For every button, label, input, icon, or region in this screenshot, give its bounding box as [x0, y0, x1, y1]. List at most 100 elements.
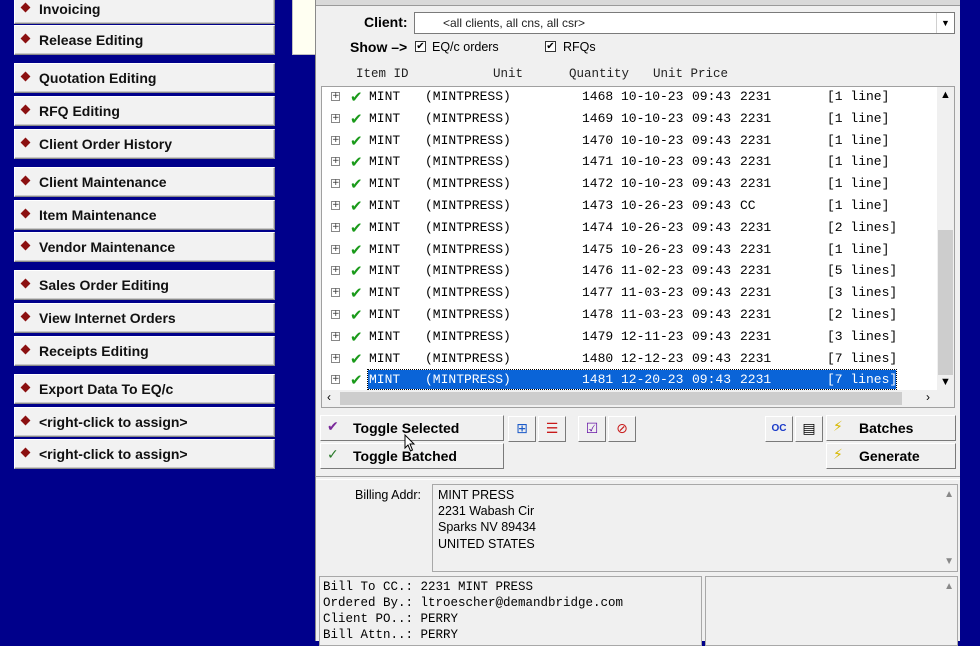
- checkmark-icon[interactable]: ✔: [350, 371, 363, 389]
- sidebar-button[interactable]: Item Maintenance: [14, 200, 275, 230]
- expand-icon[interactable]: +: [331, 135, 340, 145]
- eqc-orders-label: EQ/c orders: [432, 40, 499, 54]
- order-details-box[interactable]: Bill To CC.: 2231 MINT PRESS Ordered By.…: [319, 576, 702, 646]
- expand-icon[interactable]: +: [331, 310, 340, 319]
- checkmark-icon[interactable]: ✔: [350, 132, 363, 150]
- sidebar-button[interactable]: Invoicing: [14, 0, 275, 24]
- sidebar-button[interactable]: <right-click to assign>: [14, 407, 275, 437]
- checkmark-icon[interactable]: ✔: [350, 328, 363, 346]
- row-unit: (MINTPRESS): [425, 241, 511, 257]
- order-list[interactable]: + ✔ MINT (MINTPRESS) 1468 10-10-23 09:43 2231 [1…: [321, 86, 955, 408]
- expand-icon[interactable]: +: [331, 244, 340, 254]
- checkmark-icon[interactable]: ✔: [350, 350, 363, 368]
- scroll-left-icon[interactable]: ‹: [327, 390, 331, 404]
- expand-icon[interactable]: +: [331, 331, 340, 341]
- checkmark-icon[interactable]: ✔: [350, 153, 363, 171]
- table-row[interactable]: + ✔ MINT (MINTPRESS) 1481 12-20-23 09:43 2231 [7…: [322, 369, 940, 391]
- table-row[interactable]: + ✔ MINT (MINTPRESS) 1474 10-26-23 09:43 2231 [2…: [322, 218, 940, 239]
- eqc-orders-checkbox[interactable]: ✔: [415, 41, 426, 52]
- checkmark-icon[interactable]: ✔: [350, 306, 363, 324]
- detail-line: Bill Attn..: PERRY: [323, 628, 459, 642]
- expand-icon[interactable]: +: [331, 179, 340, 189]
- expand-icon[interactable]: +: [331, 201, 340, 210]
- column-header-unit[interactable]: Unit: [493, 67, 523, 81]
- expand-icon[interactable]: +: [331, 92, 340, 101]
- sidebar-button[interactable]: Sales Order Editing: [14, 270, 275, 300]
- expand-icon[interactable]: +: [331, 288, 340, 298]
- table-row[interactable]: + ✔ MINT (MINTPRESS) 1473 10-26-23 09:43 CC [1 l…: [322, 196, 940, 217]
- check-all-icon[interactable]: ☑: [578, 416, 606, 442]
- row-time: 09:43: [692, 241, 732, 257]
- checkmark-icon[interactable]: ✔: [350, 262, 363, 280]
- scroll-down-icon[interactable]: ▼: [940, 376, 951, 388]
- row-time: 09:43: [692, 198, 732, 213]
- checkmark-icon[interactable]: ✔: [350, 241, 363, 259]
- scroll-up-icon[interactable]: ▲: [944, 581, 954, 592]
- notepad-icon[interactable]: ▤: [795, 416, 823, 442]
- expand-icon[interactable]: +: [331, 353, 340, 363]
- hscroll-thumb[interactable]: [340, 392, 902, 405]
- checkmark-icon[interactable]: ✔: [350, 284, 363, 302]
- horizontal-scrollbar[interactable]: ‹ ›: [322, 390, 938, 407]
- sidebar-button[interactable]: Quotation Editing: [14, 63, 275, 93]
- expand-icon[interactable]: +: [331, 157, 340, 167]
- list-view-icon[interactable]: ☰: [538, 416, 566, 442]
- sidebar-button[interactable]: Vendor Maintenance: [14, 232, 275, 262]
- notes-box[interactable]: ▲: [705, 576, 958, 646]
- sidebar-button[interactable]: Client Maintenance: [14, 167, 275, 197]
- generate-button[interactable]: ⚡ Generate: [826, 443, 956, 469]
- chevron-down-icon[interactable]: ▼: [936, 13, 954, 33]
- table-row[interactable]: + ✔ MINT (MINTPRESS) 1472 10-10-23 09:43 2231 [1…: [322, 174, 940, 195]
- table-row[interactable]: + ✔ MINT (MINTPRESS) 1479 12-11-23 09:43 2231 [3…: [322, 327, 940, 348]
- uncheck-all-icon[interactable]: ⊘: [608, 416, 636, 442]
- row-quantity: 1477: [582, 285, 614, 301]
- client-select[interactable]: <all clients, all cns, all csr> ▼: [414, 12, 955, 34]
- checkmark-icon[interactable]: ✔: [350, 88, 363, 106]
- expand-icon[interactable]: +: [331, 375, 340, 385]
- expand-icon[interactable]: +: [331, 113, 340, 123]
- sidebar-button[interactable]: View Internet Orders: [14, 303, 275, 333]
- scroll-down-icon[interactable]: ▼: [944, 556, 954, 567]
- row-lines: [1 line]: [827, 110, 890, 126]
- sidebar-button[interactable]: <right-click to assign>: [14, 439, 275, 469]
- table-row[interactable]: + ✔ MINT (MINTPRESS) 1480 12-12-23 09:43 2231 [7…: [322, 349, 940, 370]
- expand-icon[interactable]: +: [331, 222, 340, 232]
- oc-button[interactable]: OC: [765, 416, 793, 442]
- sidebar-button[interactable]: Release Editing: [14, 25, 275, 55]
- sidebar-button[interactable]: Receipts Editing: [14, 336, 275, 366]
- divider: [316, 476, 961, 480]
- checkmark-icon[interactable]: ✔: [350, 197, 363, 215]
- column-header-item-id[interactable]: Item ID: [356, 67, 409, 81]
- sidebar-button[interactable]: Client Order History: [14, 129, 275, 159]
- scroll-up-icon[interactable]: ▲: [944, 489, 954, 500]
- checkmark-icon[interactable]: ✔: [350, 110, 363, 128]
- column-header-unit-price[interactable]: Unit Price: [653, 67, 728, 81]
- table-row[interactable]: + ✔ MINT (MINTPRESS) 1477 11-03-23 09:43 2231 [3…: [322, 283, 940, 304]
- checkmark-icon[interactable]: ✔: [350, 175, 363, 193]
- table-row[interactable]: + ✔ MINT (MINTPRESS) 1470 10-10-23 09:43 2231 [1…: [322, 131, 940, 152]
- table-row[interactable]: + ✔ MINT (MINTPRESS) 1475 10-26-23 09:43 2231 [1…: [322, 240, 940, 261]
- generate-label: Generate: [859, 448, 920, 464]
- batches-button[interactable]: ⚡ Batches: [826, 415, 956, 441]
- scroll-right-icon[interactable]: ›: [926, 390, 930, 404]
- row-price: 2231: [740, 110, 772, 126]
- rfqs-checkbox[interactable]: ✔: [545, 41, 556, 52]
- tree-view-icon[interactable]: ⊞: [508, 416, 536, 442]
- table-row[interactable]: + ✔ MINT (MINTPRESS) 1468 10-10-23 09:43 2231 [1…: [322, 87, 940, 108]
- table-row[interactable]: + ✔ MINT (MINTPRESS) 1476 11-02-23 09:43 2231 [5…: [322, 261, 940, 282]
- scroll-up-icon[interactable]: ▲: [940, 89, 951, 101]
- sidebar-button[interactable]: RFQ Editing: [14, 96, 275, 126]
- table-row[interactable]: + ✔ MINT (MINTPRESS) 1478 11-03-23 09:43 2231 [2…: [322, 305, 940, 326]
- sidebar-button-label: Invoicing: [39, 1, 101, 17]
- billing-address-box[interactable]: MINT PRESS 2231 Wabash Cir Sparks NV 894…: [432, 484, 958, 572]
- checkmark-icon[interactable]: ✔: [350, 219, 363, 237]
- row-price: 2231: [740, 154, 772, 170]
- column-header-quantity[interactable]: Quantity: [569, 67, 629, 81]
- sidebar-button[interactable]: Export Data To EQ/c: [14, 374, 275, 404]
- table-row[interactable]: + ✔ MINT (MINTPRESS) 1471 10-10-23 09:43 2231 [1…: [322, 152, 940, 173]
- vertical-scrollbar[interactable]: ▲ ▼: [937, 87, 954, 407]
- scroll-thumb[interactable]: [938, 230, 953, 375]
- row-item-id: MINT: [369, 89, 401, 104]
- table-row[interactable]: + ✔ MINT (MINTPRESS) 1469 10-10-23 09:43 2231 [1…: [322, 109, 940, 130]
- expand-icon[interactable]: +: [331, 266, 340, 276]
